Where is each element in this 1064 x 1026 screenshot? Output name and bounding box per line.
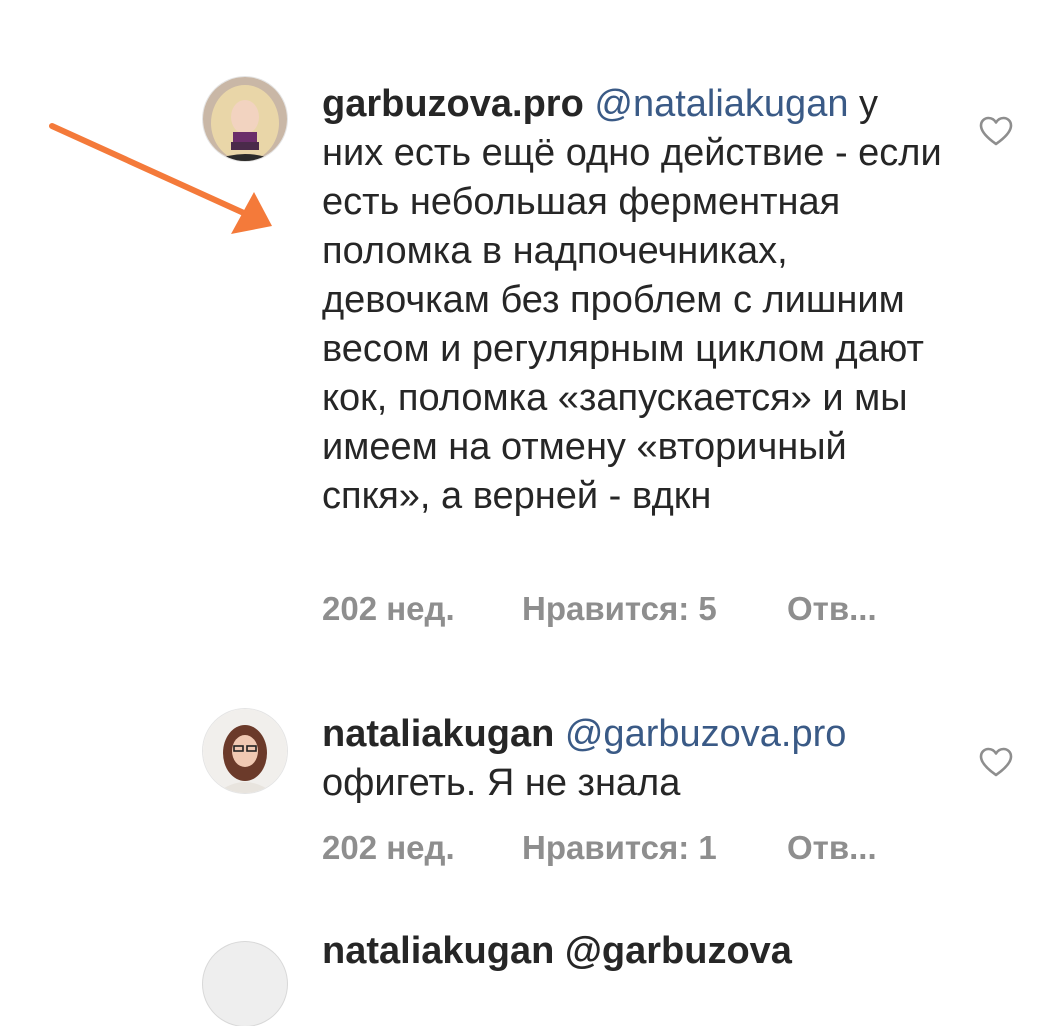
mention-link[interactable]: @nataliakugan [594, 83, 848, 125]
next-comment-avatar[interactable] [203, 942, 287, 1026]
username[interactable]: nataliakugan [322, 713, 554, 755]
username[interactable]: garbuzova.pro [322, 83, 584, 125]
comment-text: офигеть. Я не знала [322, 762, 681, 804]
comment-time: 202 нед. [322, 590, 455, 627]
avatar[interactable] [203, 77, 287, 161]
likes-count-button[interactable]: Нравится: 1 [522, 829, 717, 867]
heart-outline-icon[interactable] [978, 115, 1014, 147]
avatar[interactable] [203, 709, 287, 793]
comment-time: 202 нед. [322, 829, 455, 866]
reply-button[interactable]: Отв... [787, 590, 877, 628]
likes-count-button[interactable]: Нравится: 5 [522, 590, 717, 628]
heart-outline-icon[interactable] [978, 746, 1014, 778]
comment-body: garbuzova.pro @nataliakugan у них есть е… [322, 80, 942, 521]
comment-text: у них есть ещё одно действие - если есть… [322, 83, 942, 517]
mention-link[interactable]: @garbuzova.pro [565, 713, 847, 755]
next-comment-partial: nataliakugan @garbuzova [322, 930, 792, 972]
reply-button[interactable]: Отв... [787, 829, 877, 867]
comment-body: nataliakugan @garbuzova.pro офигеть. Я н… [322, 710, 942, 808]
